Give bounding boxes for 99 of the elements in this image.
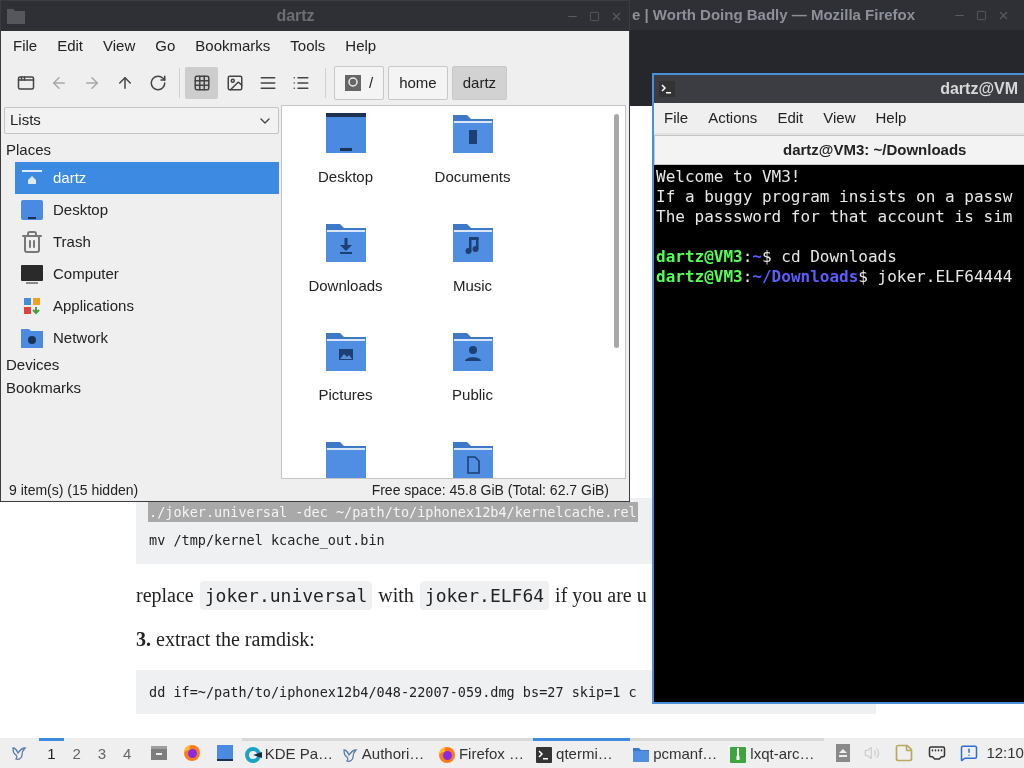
- terminal-text: :: [742, 267, 753, 286]
- documents-folder-icon: [452, 113, 493, 153]
- step-heading: 3. extract the ramdisk:: [136, 627, 316, 652]
- task-button[interactable]: KDE Pa…: [241, 738, 339, 768]
- folder-icon: [7, 8, 25, 24]
- task-button[interactable]: Authori…: [338, 738, 436, 768]
- path-button[interactable]: dartz: [451, 66, 508, 100]
- sidebar-item[interactable]: dartz: [15, 162, 279, 194]
- workspace-button[interactable]: 4: [114, 738, 140, 768]
- code-line: dd if=~/path/to/iphonex12b4/048-22007-059.dmg bs=27 skip=1 c: [148, 682, 638, 702]
- file-cabinet-icon: [149, 744, 168, 762]
- terminal-tab[interactable]: dartz@VM3: ~/Downloads: [654, 135, 1024, 165]
- launcher-button[interactable]: [182, 744, 201, 762]
- section-header[interactable]: Places: [4, 139, 279, 162]
- computer-icon: [20, 262, 44, 286]
- sidebar-item[interactable]: Desktop: [15, 194, 279, 226]
- workspace-button[interactable]: 2: [64, 738, 90, 768]
- desktop-icon: [325, 113, 366, 153]
- section-header[interactable]: Bookmarks: [4, 377, 279, 400]
- folder-icon: [325, 440, 366, 478]
- menu-item[interactable]: Help: [335, 34, 387, 58]
- download-folder-icon: [325, 222, 366, 262]
- window-title: dartz: [276, 6, 315, 26]
- sidebar-item[interactable]: Trash: [15, 226, 279, 258]
- menu-item[interactable]: View: [93, 34, 146, 58]
- file-folder-icon: [452, 440, 493, 478]
- firefox-icon: [182, 744, 201, 762]
- workspace-button[interactable]: 3: [89, 738, 115, 768]
- person-folder-icon: [452, 331, 493, 371]
- view-mode-button[interactable]: [185, 67, 218, 99]
- eject-icon[interactable]: [836, 744, 851, 762]
- folder-tile[interactable]: Desktop: [282, 106, 409, 215]
- menu-item[interactable]: Tools: [280, 34, 336, 58]
- task-button[interactable]: Firefox …: [435, 738, 534, 768]
- sidebar-item[interactable]: Network: [15, 322, 279, 354]
- new-window-icon: [16, 74, 35, 92]
- firefox-icon: [437, 745, 456, 764]
- terminal-text: :: [742, 247, 753, 266]
- path-button[interactable]: home: [388, 66, 448, 100]
- code-line: mv /tmp/kernel kcache_out.bin: [148, 530, 386, 551]
- menu-item[interactable]: Edit: [47, 34, 94, 58]
- terminal-text: $ cd Downloads: [762, 247, 897, 266]
- menu-item[interactable]: File: [654, 106, 699, 130]
- launcher-button[interactable]: [215, 744, 234, 762]
- lines-icon: [258, 74, 277, 92]
- terminal-text: $ joker.ELF64444: [858, 267, 1013, 286]
- path-button[interactable]: /: [334, 66, 385, 100]
- terminal-text: dartz@VM3: [656, 267, 743, 286]
- reload-icon: [148, 74, 167, 92]
- workspace-button[interactable]: 1: [38, 738, 64, 768]
- list-icon: [291, 74, 310, 92]
- section-header[interactable]: Devices: [4, 354, 279, 377]
- scrollbar-thumb[interactable]: [614, 114, 619, 348]
- terminal-text: ~: [752, 247, 762, 266]
- task-button[interactable]: qtermi…: [533, 738, 631, 768]
- folder-icon: [632, 745, 651, 764]
- menu-item[interactable]: Go: [145, 34, 186, 58]
- drive-icon: [345, 75, 361, 91]
- folder-tile[interactable]: Documents: [409, 106, 536, 215]
- bird-icon: [10, 744, 29, 762]
- menu-item[interactable]: View: [813, 106, 866, 130]
- folder-tile[interactable]: Pictures: [282, 324, 409, 433]
- task-button[interactable]: pcmanf…: [630, 738, 728, 768]
- menu-item[interactable]: Bookmarks: [185, 34, 281, 58]
- grid-icon: [192, 74, 211, 92]
- free-space-text: Free space: 45.8 GiB (Total: 62.7 GiB): [371, 480, 610, 500]
- folder-tile[interactable]: Public: [409, 324, 536, 433]
- notification-icon[interactable]: [960, 744, 979, 762]
- music-folder-icon: [452, 222, 493, 262]
- menu-item[interactable]: Edit: [767, 106, 814, 130]
- folder-tile[interactable]: Music: [409, 215, 536, 324]
- trash-icon: [20, 230, 44, 254]
- window-title: dartz@VM: [940, 79, 1019, 99]
- menu-item[interactable]: Help: [865, 106, 917, 130]
- task-button[interactable]: lxqt-arc…: [727, 738, 825, 768]
- ring-icon: [243, 745, 262, 764]
- terminal-icon: [535, 745, 554, 764]
- network-port-icon[interactable]: [928, 744, 947, 762]
- terminal-text: The passsword for that account is sim: [656, 207, 1013, 226]
- sidebar-item[interactable]: Applications: [15, 290, 279, 322]
- terminal-text: Welcome to VM3!: [656, 167, 801, 186]
- pictures-folder-icon: [325, 331, 366, 371]
- desktop-icon: [215, 744, 234, 762]
- archive-icon: [729, 745, 748, 764]
- network-folder-icon: [20, 326, 44, 350]
- monitor-icon: [20, 198, 44, 222]
- image-icon: [225, 74, 244, 92]
- menu-item[interactable]: File: [3, 34, 48, 58]
- terminal-text: If a buggy program insists on a passw: [656, 187, 1013, 206]
- folder-tile[interactable]: Downloads: [282, 215, 409, 324]
- terminal-text: dartz@VM3: [656, 247, 743, 266]
- terminal-icon: [658, 80, 676, 98]
- window-title: e | Worth Doing Badly — Mozilla Firefox: [632, 4, 916, 25]
- clock[interactable]: 12:10: [986, 741, 1024, 765]
- terminal-text: ~/Downloads: [752, 267, 859, 286]
- sidebar-item[interactable]: Computer: [15, 258, 279, 290]
- status-text: 9 item(s) (15 hidden): [9, 480, 139, 500]
- dropdown[interactable]: Lists: [4, 107, 279, 134]
- menu-item[interactable]: Actions: [698, 106, 768, 130]
